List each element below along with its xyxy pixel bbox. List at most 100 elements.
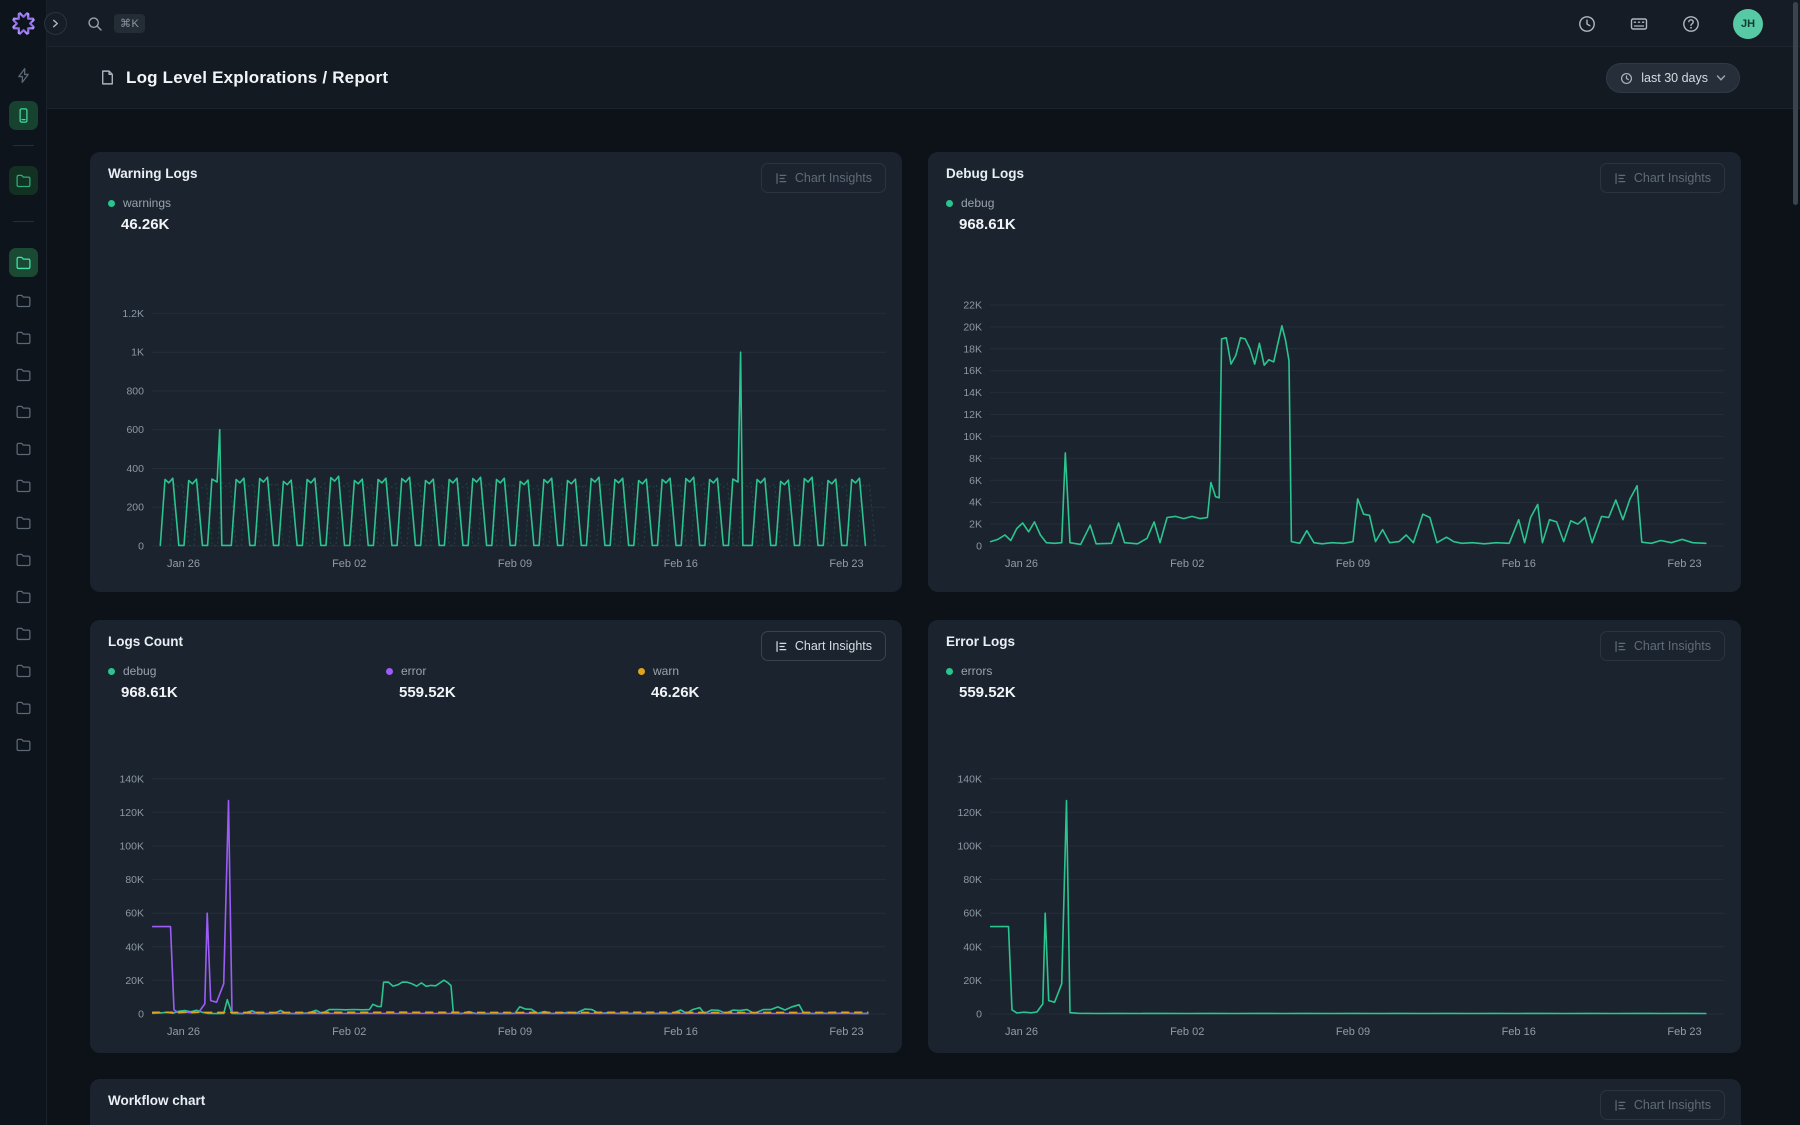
scrollbar-thumb[interactable] xyxy=(1793,2,1798,205)
sidebar-expand-button[interactable] xyxy=(44,12,67,35)
folder-icon xyxy=(15,514,32,531)
svg-text:10K: 10K xyxy=(963,431,982,443)
chart-insights-button[interactable]: Chart Insights xyxy=(1600,631,1725,661)
sidebar xyxy=(0,0,47,1125)
svg-text:120K: 120K xyxy=(957,807,982,819)
sidebar-item-devices[interactable] xyxy=(9,101,38,130)
sidebar-item-folder[interactable] xyxy=(9,582,38,611)
global-search[interactable]: ⌘K xyxy=(87,0,145,47)
clock-icon xyxy=(1620,72,1633,85)
folder-icon xyxy=(15,699,32,716)
sidebar-item-folder[interactable] xyxy=(9,434,38,463)
warning-logs-chart[interactable]: 02004006008001K1.2KJan 26Feb 02Feb 09Feb… xyxy=(98,280,894,572)
recent-history-icon[interactable] xyxy=(1577,14,1597,34)
panel-workflow-chart: Workflow chart Chart Insights xyxy=(90,1079,1741,1125)
panel-warning-logs: Warning Logs Chart Insights warnings 46.… xyxy=(90,152,902,592)
legend-debug: debug 968.61K xyxy=(108,664,178,701)
svg-text:800: 800 xyxy=(126,385,144,397)
chevron-right-icon xyxy=(54,20,58,26)
svg-text:0: 0 xyxy=(138,1009,144,1021)
time-range-selector[interactable]: last 30 days xyxy=(1606,63,1740,93)
app-logo-icon[interactable] xyxy=(10,10,37,37)
chevron-down-icon xyxy=(1716,73,1726,83)
svg-text:20K: 20K xyxy=(963,975,982,987)
svg-text:22K: 22K xyxy=(963,300,982,312)
svg-text:60K: 60K xyxy=(963,908,982,920)
keyboard-shortcuts-icon[interactable] xyxy=(1629,14,1649,34)
svg-text:600: 600 xyxy=(126,424,144,436)
legend-dot xyxy=(638,668,645,675)
svg-text:Feb 02: Feb 02 xyxy=(1170,558,1204,570)
svg-text:60K: 60K xyxy=(125,908,144,920)
sidebar-item-folder-current[interactable] xyxy=(9,248,38,277)
sidebar-item-folder[interactable] xyxy=(9,693,38,722)
sidebar-item-folder[interactable] xyxy=(9,619,38,648)
legend-dot xyxy=(108,200,115,207)
sidebar-item-folder[interactable] xyxy=(9,545,38,574)
search-icon xyxy=(87,16,103,32)
folder-icon xyxy=(15,292,32,309)
sidebar-item-folder[interactable] xyxy=(9,656,38,685)
svg-text:100K: 100K xyxy=(119,841,144,853)
svg-text:40K: 40K xyxy=(125,941,144,953)
chart-insights-button[interactable]: Chart Insights xyxy=(1600,1090,1725,1120)
svg-text:Feb 09: Feb 09 xyxy=(1336,558,1370,570)
svg-text:Feb 02: Feb 02 xyxy=(332,1026,366,1038)
chart-insights-icon xyxy=(775,640,788,653)
page-header: Log Level Explorations / Report last 30 … xyxy=(47,47,1800,109)
svg-text:2K: 2K xyxy=(969,519,982,531)
legend-dot xyxy=(946,668,953,675)
svg-text:Feb 23: Feb 23 xyxy=(1667,1026,1701,1038)
svg-text:400: 400 xyxy=(126,463,144,475)
svg-text:40K: 40K xyxy=(963,941,982,953)
user-avatar[interactable]: JH xyxy=(1733,9,1763,39)
svg-text:14K: 14K xyxy=(963,387,982,399)
panel-title: Warning Logs xyxy=(108,166,198,181)
error-logs-chart[interactable]: 020K40K60K80K100K120K140KJan 26Feb 02Feb… xyxy=(936,748,1732,1040)
svg-text:Feb 09: Feb 09 xyxy=(498,558,532,570)
svg-text:20K: 20K xyxy=(963,321,982,333)
svg-text:Jan 26: Jan 26 xyxy=(167,558,200,570)
svg-text:1.2K: 1.2K xyxy=(122,308,144,320)
sidebar-item-folder[interactable] xyxy=(9,508,38,537)
sidebar-item-folder[interactable] xyxy=(9,397,38,426)
svg-text:80K: 80K xyxy=(125,874,144,886)
svg-text:Feb 02: Feb 02 xyxy=(332,558,366,570)
help-icon[interactable] xyxy=(1681,14,1701,34)
svg-text:Feb 16: Feb 16 xyxy=(1502,1026,1536,1038)
svg-text:Jan 26: Jan 26 xyxy=(167,1026,200,1038)
svg-text:Feb 23: Feb 23 xyxy=(829,558,863,570)
logs-count-chart[interactable]: 020K40K60K80K100K120K140KJan 26Feb 02Feb… xyxy=(98,748,894,1040)
svg-text:Jan 26: Jan 26 xyxy=(1005,558,1038,570)
svg-text:Feb 02: Feb 02 xyxy=(1170,1026,1204,1038)
sidebar-divider xyxy=(13,221,34,222)
svg-text:0: 0 xyxy=(976,541,982,553)
panel-title: Workflow chart xyxy=(108,1093,205,1108)
legend-warnings: warnings 46.26K xyxy=(108,196,171,233)
svg-text:140K: 140K xyxy=(957,773,982,785)
folder-icon xyxy=(15,625,32,642)
sidebar-item-folder[interactable] xyxy=(9,323,38,352)
report-document-icon xyxy=(99,69,116,86)
time-range-label: last 30 days xyxy=(1641,71,1708,85)
legend-value: 46.26K xyxy=(651,684,699,701)
chart-insights-button[interactable]: Chart Insights xyxy=(761,631,886,661)
legend-value: 968.61K xyxy=(121,684,178,701)
debug-logs-chart[interactable]: 02K4K6K8K10K12K14K16K18K20K22KJan 26Feb … xyxy=(936,280,1732,572)
chart-insights-button[interactable]: Chart Insights xyxy=(1600,163,1725,193)
svg-text:1K: 1K xyxy=(131,347,144,359)
sidebar-item-quickstart[interactable] xyxy=(9,61,38,90)
panel-title: Debug Logs xyxy=(946,166,1024,181)
svg-text:18K: 18K xyxy=(963,343,982,355)
svg-text:Jan 26: Jan 26 xyxy=(1005,1026,1038,1038)
sidebar-item-folder[interactable] xyxy=(9,730,38,759)
svg-text:4K: 4K xyxy=(969,497,982,509)
panel-title: Error Logs xyxy=(946,634,1015,649)
sidebar-item-folder-pinned[interactable] xyxy=(9,166,38,195)
folder-icon xyxy=(15,254,32,271)
chart-insights-button[interactable]: Chart Insights xyxy=(761,163,886,193)
sidebar-item-folder[interactable] xyxy=(9,471,38,500)
chart-insights-icon xyxy=(1614,172,1627,185)
sidebar-item-folder[interactable] xyxy=(9,286,38,315)
sidebar-item-folder[interactable] xyxy=(9,360,38,389)
